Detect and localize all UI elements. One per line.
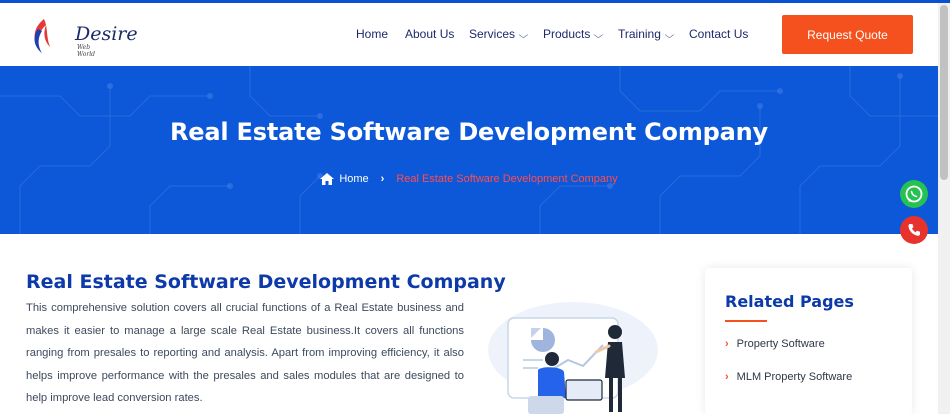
- related-pages-card: Related Pages › Property Software › MLM Pr…: [705, 268, 912, 414]
- phone-icon: [908, 224, 920, 236]
- chevron-down-icon: ⌵: [593, 30, 604, 40]
- logo[interactable]: Desire Web World: [28, 15, 138, 58]
- nav-training-label: Training: [618, 27, 661, 41]
- analytics-illustration: [488, 302, 658, 414]
- scrollbar[interactable]: [938, 3, 950, 414]
- nav-contact-us[interactable]: Contact Us: [689, 27, 748, 41]
- content-paragraph: This comprehensive solution covers all c…: [26, 302, 464, 404]
- nav-products-label: Products: [543, 27, 591, 41]
- nav-services-label: Services: [469, 27, 516, 41]
- whatsapp-button[interactable]: [900, 180, 928, 208]
- related-link-label: MLM Property Software: [736, 371, 853, 383]
- flame-logo-icon: [34, 19, 50, 53]
- nav-home[interactable]: Home: [356, 27, 388, 41]
- related-link-mlm-property-software[interactable]: › MLM Property Software: [725, 371, 852, 383]
- logo-name: Desire: [75, 23, 138, 45]
- heading-underline: [725, 320, 767, 322]
- content-heading: Real Estate Software Development Company: [26, 271, 506, 293]
- nav-training[interactable]: Training ⌵: [618, 27, 675, 41]
- request-quote-button[interactable]: Request Quote: [782, 15, 913, 54]
- chevron-right-icon: ›: [725, 371, 729, 383]
- breadcrumb: Home › Real Estate Software Development …: [0, 173, 938, 185]
- scroll-thumb[interactable]: [940, 5, 948, 180]
- nav-about-us[interactable]: About Us: [405, 27, 454, 41]
- call-button[interactable]: [900, 216, 928, 244]
- hero-banner: Real Estate Software Development Company…: [0, 66, 938, 234]
- logo-tagline: Web World: [77, 44, 95, 58]
- chevron-down-icon: ⌵: [518, 30, 529, 40]
- navbar: Desire Web World Home About Us Services ⌵…: [0, 3, 938, 66]
- breadcrumb-home-link[interactable]: Home: [320, 173, 369, 185]
- chevron-down-icon: ⌵: [664, 30, 675, 40]
- related-pages-heading: Related Pages: [725, 292, 854, 311]
- breadcrumb-current: Real Estate Software Development Company: [396, 173, 618, 185]
- circuit-pattern-background: [0, 66, 938, 234]
- chevron-right-icon: ›: [725, 338, 729, 350]
- nav-services[interactable]: Services ⌵: [469, 27, 529, 41]
- nav-products[interactable]: Products ⌵: [543, 27, 604, 41]
- page-title: Real Estate Software Development Company: [170, 118, 768, 146]
- whatsapp-icon: [905, 185, 923, 203]
- related-link-label: Property Software: [736, 338, 825, 350]
- breadcrumb-home-label: Home: [339, 173, 369, 185]
- home-icon: [320, 173, 335, 185]
- chevron-right-icon: ›: [380, 173, 385, 185]
- related-link-property-software[interactable]: › Property Software: [725, 338, 825, 350]
